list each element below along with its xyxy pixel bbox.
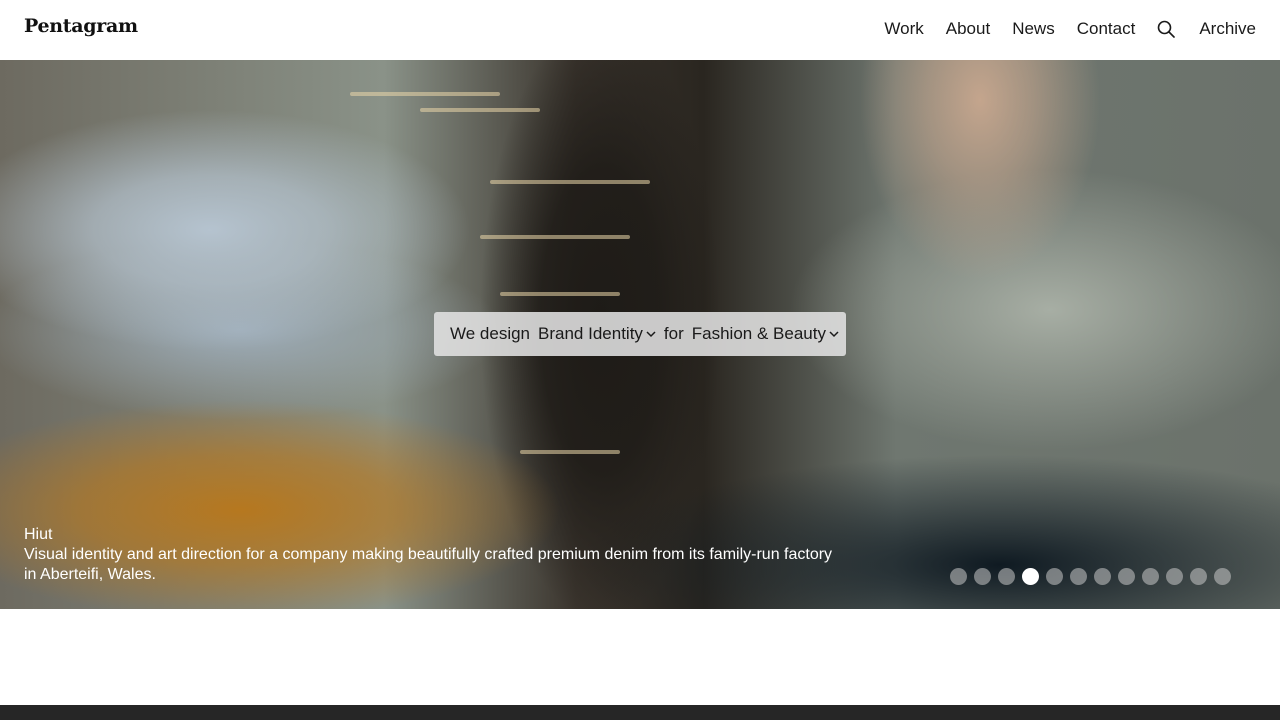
project-caption[interactable]: Hiut Visual identity and art direction f… [24, 525, 844, 585]
discipline-dropdown[interactable]: Brand Identity [538, 324, 656, 344]
sector-value: Fashion & Beauty [691, 324, 826, 343]
pagination-dot[interactable] [974, 568, 991, 585]
pagination-dot[interactable] [1070, 568, 1087, 585]
filter-prefix: We design [450, 324, 531, 343]
nav-about[interactable]: About [946, 18, 990, 40]
motion-streak [500, 292, 620, 296]
nav-work[interactable]: Work [884, 18, 923, 40]
motion-streak [350, 92, 500, 96]
project-title[interactable]: Hiut [24, 525, 844, 545]
design-filter-bar: We design Brand Identity for Fashion & B… [434, 312, 846, 356]
pagination-dot[interactable] [950, 568, 967, 585]
slideshow-pagination [950, 568, 1238, 585]
pagination-dot[interactable] [998, 568, 1015, 585]
motion-streak [480, 235, 630, 239]
pagination-dot[interactable] [1142, 568, 1159, 585]
nav-contact[interactable]: Contact [1077, 18, 1136, 40]
pagination-dot[interactable] [1094, 568, 1111, 585]
pagination-dot[interactable] [1214, 568, 1231, 585]
site-header: Pentagram Work About News Contact Archiv… [0, 0, 1280, 60]
pagination-dot[interactable] [1046, 568, 1063, 585]
filter-connector: for [663, 324, 684, 343]
motion-streak [420, 108, 540, 112]
project-description: Visual identity and art direction for a … [24, 546, 833, 583]
motion-streak [520, 450, 620, 454]
site-logo[interactable]: Pentagram [24, 15, 138, 37]
chevron-down-icon [646, 331, 656, 338]
discipline-value: Brand Identity [538, 324, 643, 343]
hero-slideshow[interactable]: We design Brand Identity for Fashion & B… [0, 60, 1280, 609]
chevron-down-icon [829, 331, 839, 338]
sector-dropdown[interactable]: Fashion & Beauty [692, 324, 839, 344]
footer-bar [0, 705, 1280, 720]
search-icon[interactable] [1157, 18, 1177, 40]
nav-archive[interactable]: Archive [1199, 18, 1256, 40]
pagination-dot-active[interactable] [1022, 568, 1039, 585]
pagination-dot[interactable] [1166, 568, 1183, 585]
pagination-dot[interactable] [1190, 568, 1207, 585]
nav-news[interactable]: News [1012, 18, 1055, 40]
pagination-dot[interactable] [1118, 568, 1135, 585]
motion-streak [490, 180, 650, 184]
main-nav: Work About News Contact Archive [862, 18, 1256, 40]
